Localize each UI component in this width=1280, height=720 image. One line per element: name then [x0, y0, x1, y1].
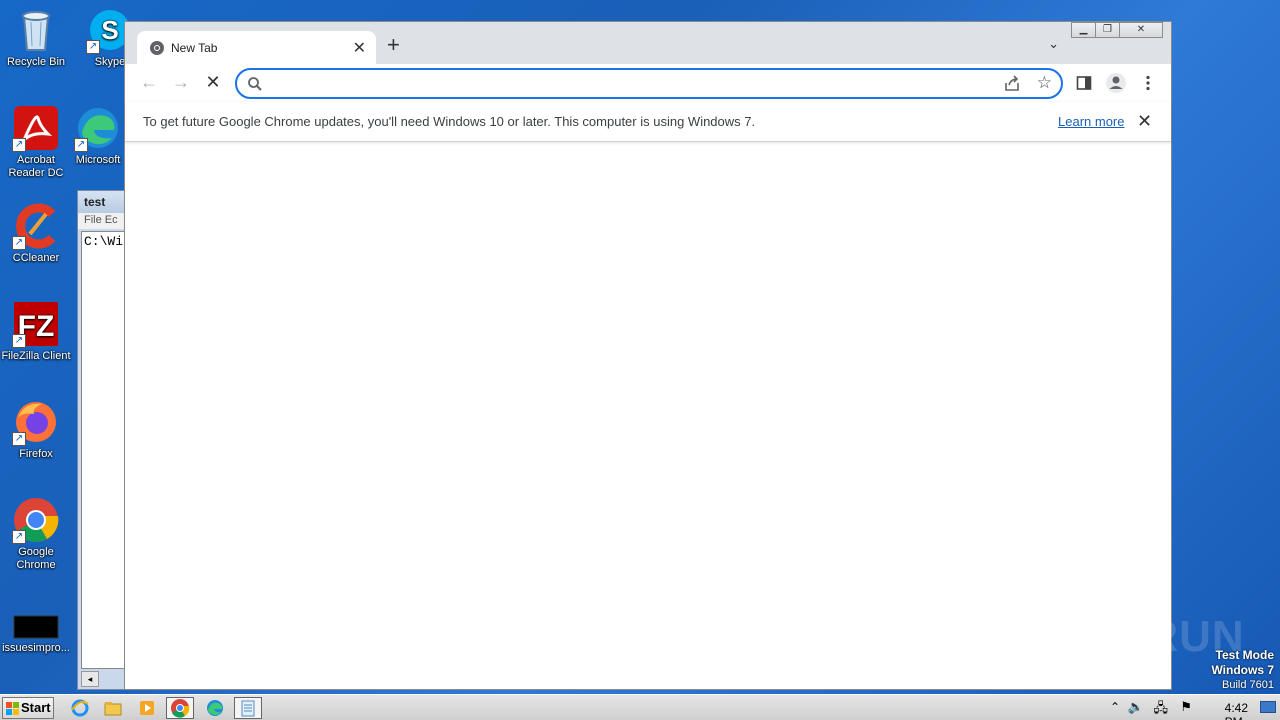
- filezilla-icon: FZ ↗: [12, 300, 60, 348]
- chrome-icon: ↗: [12, 496, 60, 544]
- show-desktop-icon[interactable]: [1260, 701, 1276, 713]
- address-input[interactable]: [269, 74, 969, 94]
- recycle-bin-icon: [12, 6, 60, 54]
- clock[interactable]: 4:42 PM: [1225, 701, 1248, 720]
- show-hidden-icons-icon[interactable]: ⌃: [1110, 700, 1120, 714]
- desktop-icon-ccleaner[interactable]: ↗ CCleaner: [0, 202, 72, 265]
- back-arrow-icon[interactable]: ←: [137, 71, 161, 95]
- network-icon[interactable]: 🖧: [1154, 699, 1169, 720]
- forward-arrow-icon[interactable]: →: [169, 71, 193, 95]
- bookmark-star-icon[interactable]: ☆: [1037, 73, 1052, 93]
- shortcut-arrow-icon: ↗: [86, 40, 100, 54]
- toolbar: ← → ✕ ☆: [125, 64, 1171, 102]
- svg-text:S: S: [101, 15, 118, 45]
- edge-taskbar-icon[interactable]: [205, 698, 227, 718]
- new-tab-button[interactable]: +: [387, 34, 400, 56]
- tab-new-tab[interactable]: New Tab ✕: [137, 31, 376, 64]
- file-explorer-icon[interactable]: [103, 698, 125, 718]
- desktop-icon-label: issuesimpro...: [2, 642, 70, 654]
- scroll-left-icon[interactable]: ◂: [81, 671, 99, 687]
- desktop-icon-chrome[interactable]: ↗ Google Chrome: [0, 496, 72, 572]
- profile-icon[interactable]: [1105, 72, 1127, 94]
- infobar-close-icon[interactable]: ✕: [1137, 111, 1152, 132]
- share-icon[interactable]: [1003, 75, 1021, 93]
- shortcut-arrow-icon: ↗: [12, 432, 26, 446]
- notepad-taskbar-icon[interactable]: [234, 697, 262, 719]
- search-icon: [248, 77, 262, 91]
- media-player-icon[interactable]: [137, 698, 159, 718]
- shortcut-arrow-icon: ↗: [12, 138, 26, 152]
- action-center-flag-icon[interactable]: ⚑: [1180, 699, 1192, 715]
- test-mode-line2: Windows 7: [1211, 663, 1274, 677]
- tab-close-icon[interactable]: ✕: [353, 38, 366, 58]
- console-app-icon: [12, 614, 60, 640]
- acrobat-icon: ↗: [12, 104, 60, 152]
- desktop-icon-label: CCleaner: [12, 252, 60, 264]
- shortcut-arrow-icon: ↗: [12, 530, 26, 544]
- desktop-icon-filezilla[interactable]: FZ ↗ FileZilla Client: [0, 300, 72, 363]
- desktop-icon-label: Google Chrome: [16, 546, 56, 571]
- learn-more-link[interactable]: Learn more: [1058, 114, 1124, 129]
- chrome-taskbar-icon[interactable]: [166, 697, 194, 719]
- window-controls: ▁ ❐ ✕: [1071, 22, 1163, 38]
- tab-search-chevron-icon[interactable]: ⌄: [1048, 36, 1059, 52]
- minimize-button[interactable]: ▁: [1071, 22, 1096, 38]
- test-mode-line3: Build 7601: [1222, 679, 1274, 691]
- start-label: Start: [21, 700, 51, 715]
- desktop-icon-firefox[interactable]: ↗ Firefox: [0, 398, 72, 461]
- tab-strip: New Tab ✕ + ⌄ ▁ ❐ ✕: [125, 22, 1171, 64]
- start-button[interactable]: Start: [2, 697, 54, 719]
- kebab-menu-icon[interactable]: [1137, 72, 1159, 94]
- restore-button[interactable]: ❐: [1095, 22, 1120, 38]
- desktop-icon-issuesimpro[interactable]: issuesimpro...: [0, 614, 72, 655]
- infobar-message: To get future Google Chrome updates, you…: [143, 114, 756, 129]
- ccleaner-icon: ↗: [12, 202, 60, 250]
- desktop-icon-label: Firefox: [19, 448, 53, 460]
- shortcut-arrow-icon: ↗: [74, 138, 88, 152]
- side-panel-icon[interactable]: [1073, 72, 1095, 94]
- test-mode-label: Test Mode Windows 7 Build 7601: [1211, 648, 1274, 692]
- volume-icon[interactable]: 🔈: [1128, 699, 1144, 715]
- desktop-icon-recycle-bin[interactable]: Recycle Bin: [0, 6, 72, 69]
- stop-icon[interactable]: ✕: [201, 71, 225, 95]
- internet-explorer-icon[interactable]: [70, 698, 92, 718]
- omnibox[interactable]: ☆: [235, 68, 1063, 99]
- desktop-icon-label: FileZilla Client: [1, 350, 71, 362]
- update-infobar: To get future Google Chrome updates, you…: [125, 102, 1171, 142]
- firefox-icon: ↗: [12, 398, 60, 446]
- window-close-button[interactable]: ✕: [1119, 22, 1163, 38]
- chrome-window[interactable]: New Tab ✕ + ⌄ ▁ ❐ ✕ ← → ✕ ☆ To get futur…: [124, 21, 1172, 690]
- shortcut-arrow-icon: ↗: [12, 236, 26, 250]
- edge-icon: ↗: [74, 104, 122, 152]
- chrome-favicon-icon: [150, 41, 164, 55]
- desktop-icon-label: Recycle Bin: [6, 56, 66, 68]
- taskbar: Start ⌃ 🔈 🖧 ⚑ 4:42 PM: [0, 694, 1280, 720]
- tab-title: New Tab: [171, 41, 218, 55]
- shortcut-arrow-icon: ↗: [12, 334, 26, 348]
- test-mode-line1: Test Mode: [1215, 648, 1274, 662]
- windows-flag-icon: [6, 702, 19, 715]
